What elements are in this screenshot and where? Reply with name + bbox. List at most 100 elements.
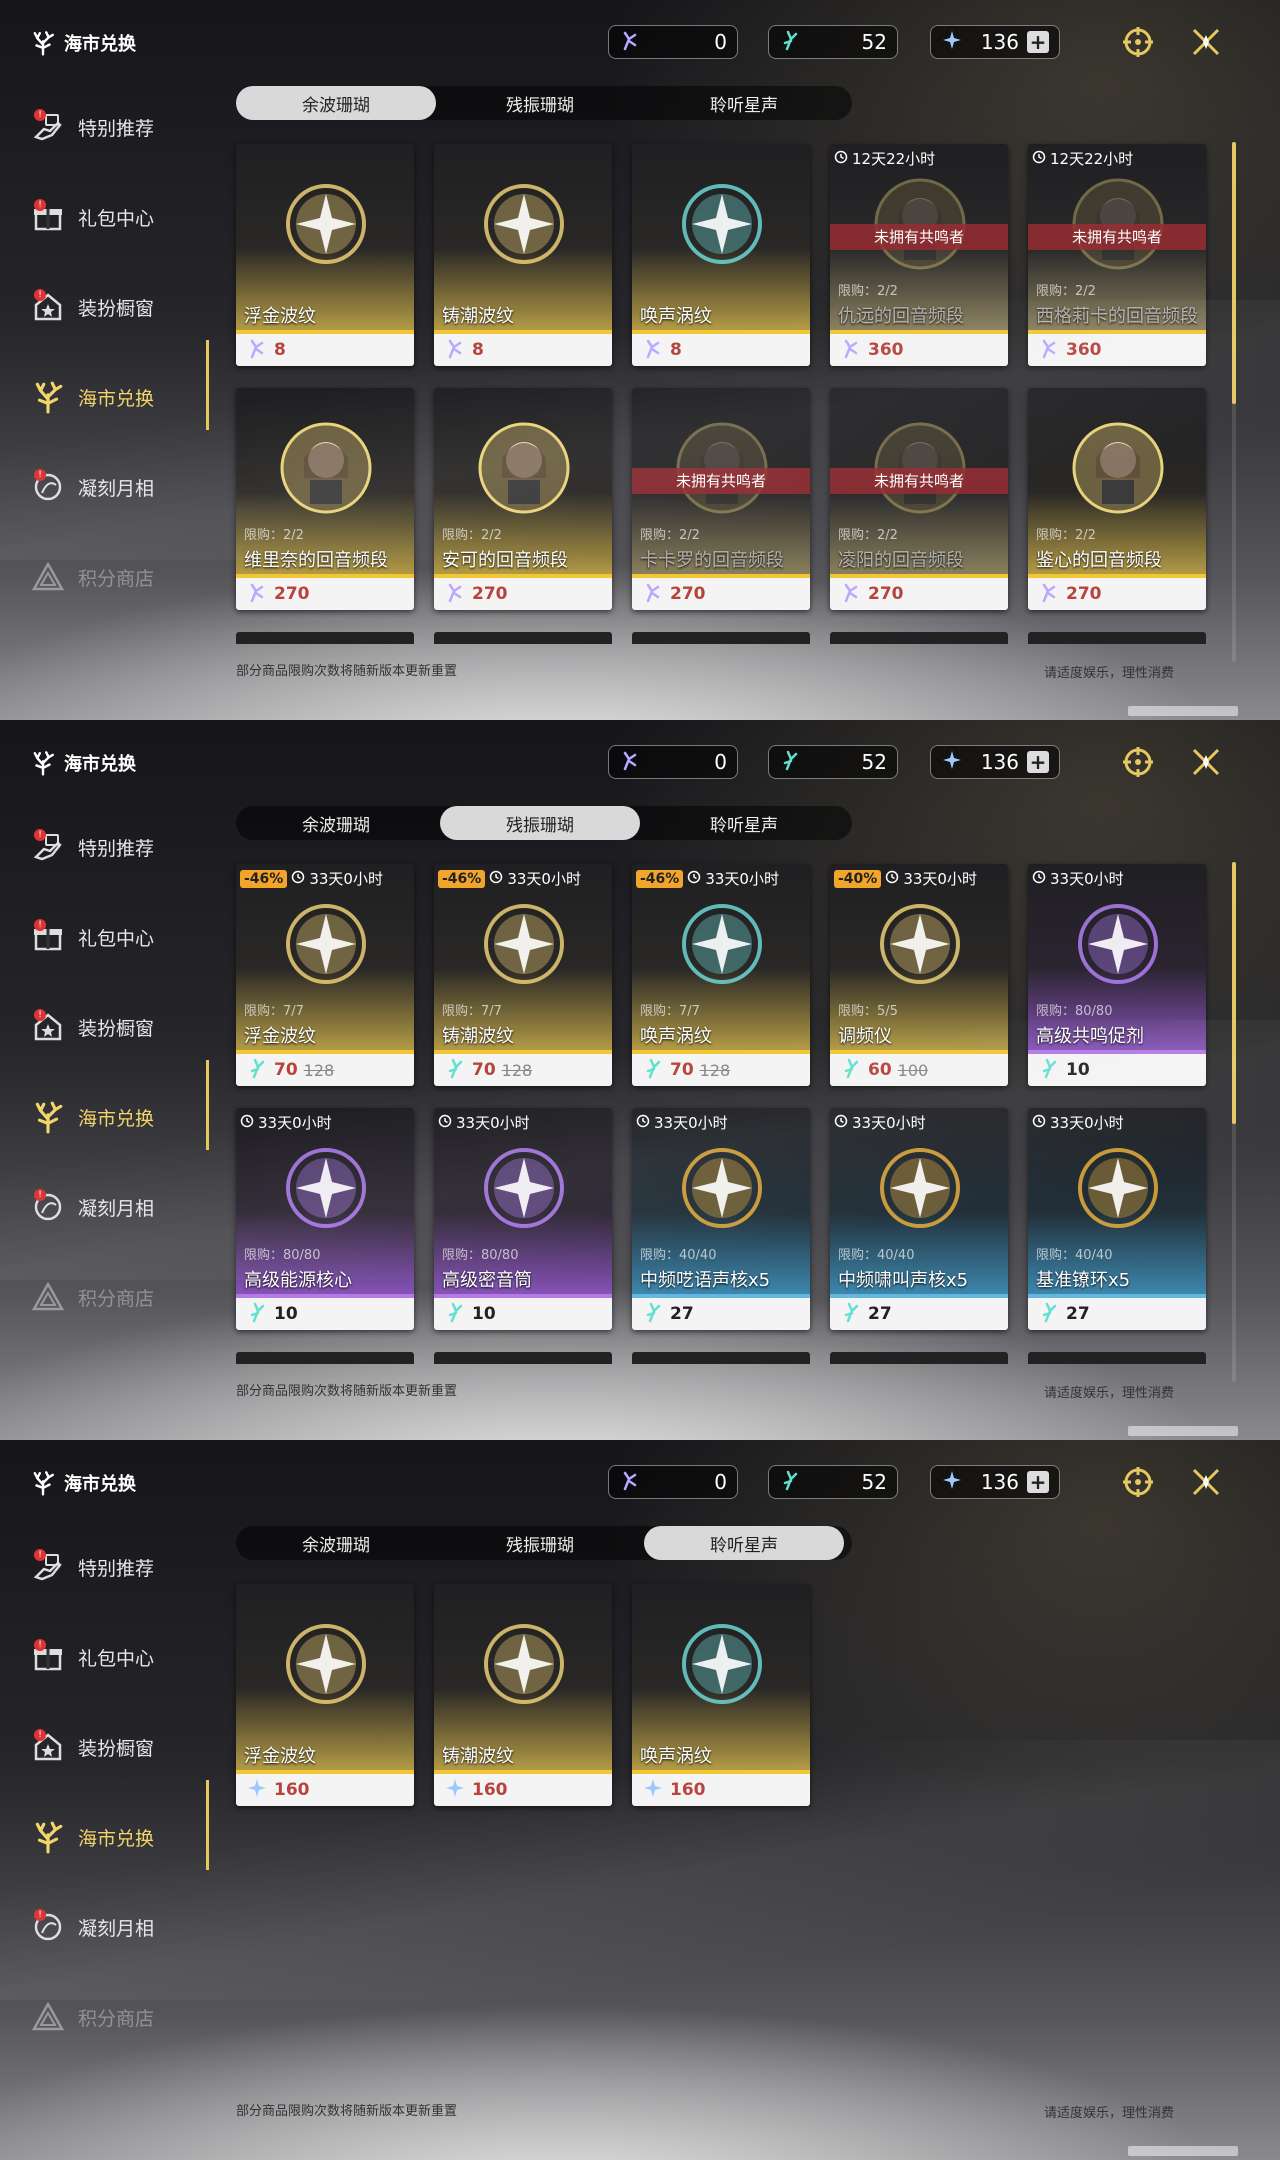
- timer-row: 33天0小时: [1032, 868, 1124, 889]
- sidebar-item-5[interactable]: 积分商店: [0, 532, 210, 622]
- sidebar-item-3[interactable]: 海市兑换: [0, 1792, 210, 1882]
- sidebar: ! 特别推荐! 礼包中心! 装扮橱窗 海市兑换! 凝刻月相 积分商店: [0, 82, 210, 622]
- sidebar-item-1[interactable]: ! 礼包中心: [0, 892, 210, 982]
- timer-text: 33天0小时: [852, 1114, 926, 1132]
- item-name: 浮金波纹: [244, 1026, 316, 1047]
- price-value: 27: [1066, 1304, 1090, 1324]
- sidebar-item-0[interactable]: ! 特别推荐: [0, 82, 210, 172]
- tab-0[interactable]: 余波珊瑚: [236, 806, 436, 840]
- shop-item-card[interactable]: 未拥有共鸣者 限购：2/2 卡卡罗的回音频段 270: [632, 388, 810, 610]
- add-currency-button[interactable]: +: [1027, 31, 1049, 53]
- sidebar-item-2[interactable]: ! 装扮橱窗: [0, 262, 210, 352]
- sidebar-item-2[interactable]: ! 装扮橱窗: [0, 1702, 210, 1792]
- shop-item-card[interactable]: -46% 33天0小时 限购：7/7 铸潮波纹 70 128: [434, 864, 612, 1086]
- star-currency-icon: [941, 29, 963, 55]
- tab-1[interactable]: 残振珊瑚: [440, 1526, 640, 1560]
- currency-0: 0: [608, 25, 738, 59]
- sidebar-item-5[interactable]: 积分商店: [0, 1252, 210, 1342]
- shop-item-card[interactable]: 唤声涡纹 8: [632, 144, 810, 366]
- timer-text: 33天0小时: [309, 870, 383, 888]
- purchase-limit: 限购：80/80: [1036, 1004, 1113, 1019]
- coral-currency-icon: [1038, 337, 1060, 364]
- price-value: 360: [1066, 340, 1102, 360]
- shop-item-card[interactable]: -46% 33天0小时 限购：7/7 唤声涡纹 70 128: [632, 864, 810, 1086]
- sidebar-item-label: 积分商店: [78, 2007, 155, 2030]
- moon-icon: !: [28, 467, 68, 507]
- shop-item-card[interactable]: 33天0小时 限购：80/80 高级能源核心 10: [236, 1108, 414, 1330]
- notification-badge: !: [34, 829, 46, 841]
- sidebar-item-1[interactable]: ! 礼包中心: [0, 1612, 210, 1702]
- sidebar-item-0[interactable]: ! 特别推荐: [0, 1522, 210, 1612]
- tab-1[interactable]: 残振珊瑚: [440, 86, 640, 120]
- shop-item-card[interactable]: 未拥有共鸣者 12天22小时 限购：2/2 西格莉卡的回音频段 360: [1028, 144, 1206, 366]
- shop-item-card[interactable]: -46% 33天0小时 限购：7/7 浮金波纹 70 128: [236, 864, 414, 1086]
- sidebar-item-2[interactable]: ! 装扮橱窗: [0, 982, 210, 1072]
- shop-item-card[interactable]: 33天0小时 限购：80/80 高级密音筒 10: [434, 1108, 612, 1330]
- sidebar-item-label: 海市兑换: [78, 1827, 155, 1850]
- notification-badge: !: [34, 469, 46, 481]
- purchase-limit: 限购：2/2: [244, 528, 304, 543]
- sidebar-item-0[interactable]: ! 特别推荐: [0, 802, 210, 892]
- target-icon[interactable]: [1118, 742, 1158, 782]
- shop-item-card[interactable]: 浮金波纹 160: [236, 1584, 414, 1806]
- price-value: 60: [868, 1060, 892, 1080]
- price-value: 10: [1066, 1060, 1090, 1080]
- afterglow-coral-icon: [779, 1469, 801, 1495]
- scrollbar-thumb[interactable]: [1232, 862, 1236, 1124]
- coral-icon: [28, 1817, 68, 1857]
- sidebar-item-1[interactable]: ! 礼包中心: [0, 172, 210, 262]
- scrollbar-thumb[interactable]: [1232, 142, 1236, 404]
- coral-currency-icon: [840, 337, 862, 364]
- next-row-card-edge: [236, 632, 414, 644]
- shop-item-card[interactable]: 33天0小时 限购：80/80 高级共鸣促剂 10: [1028, 864, 1206, 1086]
- close-x-icon[interactable]: [1186, 22, 1226, 62]
- shop-item-card[interactable]: 未拥有共鸣者 12天22小时 限购：2/2 仇远的回音频段 360: [830, 144, 1008, 366]
- shop-item-card[interactable]: 铸潮波纹 8: [434, 144, 612, 366]
- tab-2[interactable]: 聆听星声: [644, 806, 844, 840]
- sidebar-item-4[interactable]: ! 凝刻月相: [0, 1882, 210, 1972]
- currency-value: 52: [861, 30, 887, 54]
- sidebar-item-3[interactable]: 海市兑换: [0, 1072, 210, 1162]
- tab-2[interactable]: 聆听星声: [644, 86, 844, 120]
- shop-item-card[interactable]: 限购：2/2 维里奈的回音频段 270: [236, 388, 414, 610]
- target-icon[interactable]: [1118, 22, 1158, 62]
- discount-badge: -46%: [636, 869, 684, 888]
- price-value: 270: [670, 584, 706, 604]
- close-x-icon[interactable]: [1186, 742, 1226, 782]
- shop-item-card[interactable]: 铸潮波纹 160: [434, 1584, 612, 1806]
- shop-item-card[interactable]: 唤声涡纹 160: [632, 1584, 810, 1806]
- afterglow-coral-icon: [246, 1301, 268, 1328]
- original-price: 128: [303, 1060, 335, 1080]
- target-icon[interactable]: [1118, 1462, 1158, 1502]
- sidebar-item-3[interactable]: 海市兑换: [0, 352, 210, 442]
- shop-item-card[interactable]: 浮金波纹 8: [236, 144, 414, 366]
- sidebar-item-4[interactable]: ! 凝刻月相: [0, 442, 210, 532]
- shop-item-card[interactable]: 33天0小时 限购：40/40 基准镣环x5 27: [1028, 1108, 1206, 1330]
- discount-badge: -40%: [834, 869, 882, 888]
- coral-currency-icon: [619, 29, 641, 55]
- shop-item-card[interactable]: 33天0小时 限购：40/40 中频啸叫声核x5 27: [830, 1108, 1008, 1330]
- tab-2[interactable]: 聆听星声: [644, 1526, 844, 1560]
- purchase-limit: 限购：7/7: [244, 1004, 304, 1019]
- shop-item-card[interactable]: 33天0小时 限购：40/40 中频呓语声核x5 27: [632, 1108, 810, 1330]
- original-price: 128: [501, 1060, 533, 1080]
- sidebar-item-4[interactable]: ! 凝刻月相: [0, 1162, 210, 1252]
- footer-note: 部分商品限购次数将随新版本更新重置: [236, 664, 458, 679]
- close-x-icon[interactable]: [1186, 1462, 1226, 1502]
- sidebar-item-5[interactable]: 积分商店: [0, 1972, 210, 2062]
- price-row: 270: [830, 578, 1008, 610]
- tab-0[interactable]: 余波珊瑚: [236, 86, 436, 120]
- tab-1[interactable]: 残振珊瑚: [440, 806, 640, 840]
- price-value: 160: [274, 1780, 310, 1800]
- shop-item-card[interactable]: 限购：2/2 鉴心的回音频段 270: [1028, 388, 1206, 610]
- add-currency-button[interactable]: +: [1027, 751, 1049, 773]
- shop-item-card[interactable]: 未拥有共鸣者 限购：2/2 凌阳的回音频段 270: [830, 388, 1008, 610]
- tab-0[interactable]: 余波珊瑚: [236, 1526, 436, 1560]
- afterglow-coral-icon: [1038, 1057, 1060, 1084]
- price-value: 27: [868, 1304, 892, 1324]
- page-title-text: 海市兑换: [64, 754, 136, 775]
- shop-item-card[interactable]: -40% 33天0小时 限购：5/5 调频仪 60 100: [830, 864, 1008, 1086]
- add-currency-button[interactable]: +: [1027, 1471, 1049, 1493]
- price-value: 270: [1066, 584, 1102, 604]
- shop-item-card[interactable]: 限购：2/2 安可的回音频段 270: [434, 388, 612, 610]
